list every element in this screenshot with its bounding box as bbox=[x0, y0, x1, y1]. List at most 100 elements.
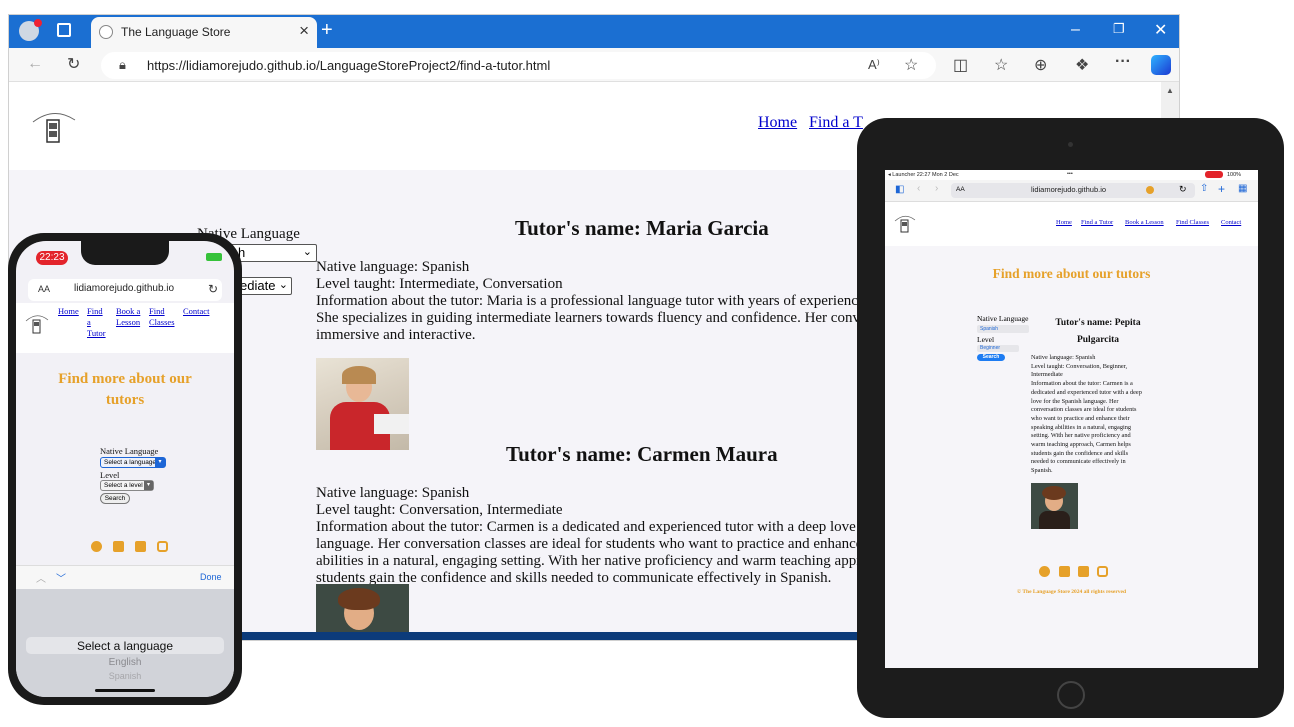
nav-find-tutor-link[interactable]: Find a Tutor bbox=[1081, 219, 1113, 226]
nav-link-line[interactable]: Classes bbox=[149, 317, 175, 327]
nav-contact-link[interactable]: Contact bbox=[1221, 219, 1241, 226]
tablet-url-bar[interactable]: AA lidiamorejudo.github.io ↻ bbox=[951, 183, 1195, 198]
active-tab[interactable]: The Language Store × bbox=[91, 17, 317, 48]
phone-search-button[interactable]: Search bbox=[100, 493, 130, 504]
more-menu-icon[interactable]: ··· bbox=[1115, 53, 1131, 71]
refresh-icon[interactable]: ↻ bbox=[1179, 184, 1187, 195]
instagram-icon[interactable] bbox=[1097, 566, 1108, 577]
tablet-toolbar: ◧ ‹ › AA lidiamorejudo.github.io ↻ ⇧ + ▦ bbox=[885, 180, 1258, 202]
picker-toolbar: ︿ ﹀ Done bbox=[16, 565, 234, 589]
nav-link-line[interactable]: a bbox=[87, 317, 91, 327]
nav-find-classes-link[interactable]: Find Classes bbox=[1176, 219, 1209, 226]
url-field[interactable]: 🔒︎ https://lidiamorejudo.github.io/Langu… bbox=[101, 52, 936, 79]
nav-link-line[interactable]: Find bbox=[87, 306, 103, 316]
youtube-icon[interactable] bbox=[135, 541, 146, 552]
new-tab-icon[interactable]: + bbox=[1218, 182, 1225, 196]
tablet-search-button[interactable]: Search bbox=[977, 354, 1005, 361]
tab-close-icon[interactable]: × bbox=[299, 21, 309, 41]
reader-aa-icon[interactable]: AA bbox=[956, 186, 965, 193]
nav-home-link[interactable]: Home bbox=[1056, 219, 1072, 226]
nav-link-line[interactable]: Lesson bbox=[116, 317, 140, 327]
site-logo[interactable] bbox=[27, 104, 81, 144]
phone-level-select[interactable]: Select a level ▾ bbox=[100, 480, 154, 491]
favorite-star-icon[interactable]: ☆ bbox=[904, 55, 918, 75]
share-icon[interactable]: ⇧ bbox=[1200, 183, 1208, 194]
tutor-info-line: Information about the tutor: Carmen is a bbox=[1031, 380, 1133, 388]
picker-wheel[interactable]: Select a language English Spanish bbox=[16, 589, 234, 697]
phone-nav-find-tutor[interactable]: Find a Tutor bbox=[87, 306, 106, 339]
tabs-overview-icon[interactable]: ▦ bbox=[1238, 183, 1247, 194]
picker-option[interactable]: Select a language bbox=[16, 639, 234, 653]
tablet-level-select[interactable]: Beginner bbox=[977, 345, 1019, 352]
level-select[interactable]: ediate ⌄ bbox=[239, 277, 292, 295]
notification-dot bbox=[34, 19, 42, 27]
home-button[interactable] bbox=[1057, 681, 1085, 709]
nav-home-link[interactable]: Home bbox=[758, 114, 797, 132]
tablet-native-select[interactable]: Spanish bbox=[977, 325, 1029, 333]
phone-nav-find-classes[interactable]: Find Classes bbox=[149, 306, 175, 328]
twitter-icon[interactable] bbox=[1059, 566, 1070, 577]
favorites-icon[interactable]: ☆ bbox=[994, 55, 1008, 75]
phone-nav-home[interactable]: Home bbox=[58, 306, 79, 317]
twitter-icon[interactable] bbox=[113, 541, 124, 552]
chevron-up-icon[interactable]: ︿ bbox=[36, 570, 46, 585]
chevron-down-icon[interactable]: ﹀ bbox=[56, 570, 66, 585]
nav-book-lesson-link[interactable]: Book a Lesson bbox=[1125, 219, 1164, 226]
site-logo[interactable] bbox=[893, 212, 917, 234]
nav-find-tutor-link[interactable]: Find a T bbox=[809, 114, 863, 132]
nav-link-line[interactable]: Book a bbox=[116, 306, 140, 316]
extensions-icon[interactable]: ❖ bbox=[1075, 55, 1089, 75]
tablet-tutor-details: Native language: Spanish Level taught: C… bbox=[1031, 354, 1171, 476]
copilot-icon[interactable] bbox=[1151, 55, 1171, 75]
phone-level-select-value: Select a level bbox=[104, 482, 143, 489]
nav-home-link[interactable]: Home bbox=[58, 306, 79, 316]
tablet-site-header: Home Find a Tutor Book a Lesson Find Cla… bbox=[885, 202, 1258, 246]
tablet-screen: ◂ Launcher 22:27 Mon 2 Dec ••• 100% ◧ ‹ … bbox=[885, 170, 1258, 668]
back-icon[interactable]: ‹ bbox=[917, 183, 920, 194]
nav-contact-link[interactable]: Contact bbox=[183, 306, 209, 316]
back-icon[interactable]: ← bbox=[27, 55, 43, 73]
site-logo[interactable] bbox=[24, 311, 50, 335]
facebook-icon[interactable] bbox=[1039, 566, 1050, 577]
tutor-info-line: dedicated and experienced tutor with a d… bbox=[1031, 388, 1142, 396]
home-indicator bbox=[95, 689, 155, 692]
phone-url-bar[interactable]: AA lidiamorejudo.github.io ↻ bbox=[28, 279, 222, 301]
tablet-battery: 100% bbox=[1227, 172, 1242, 178]
tutor-info-line: Spanish. bbox=[1031, 467, 1053, 475]
restore-icon[interactable]: ❐ bbox=[1113, 21, 1125, 37]
scroll-up-icon[interactable]: ▲ bbox=[1166, 86, 1174, 95]
tablet-native-select-value: Spanish bbox=[980, 326, 999, 332]
tutor-info-line: needed to communicate effectively in bbox=[1031, 458, 1126, 466]
phone-level-label: Level bbox=[100, 470, 120, 480]
extension-icon[interactable] bbox=[1146, 186, 1154, 194]
facebook-icon[interactable] bbox=[91, 541, 102, 552]
phone-page-heading: Find more about our tutors bbox=[16, 369, 234, 411]
instagram-icon[interactable] bbox=[157, 541, 168, 552]
nav-link-line[interactable]: Find bbox=[149, 306, 165, 316]
picker-option[interactable]: English bbox=[16, 657, 234, 668]
tutor-info-line: warm teaching approach, Carmen helps bbox=[1031, 441, 1131, 449]
front-camera bbox=[1068, 142, 1073, 147]
reader-aa-icon[interactable]: AA bbox=[38, 284, 50, 294]
split-screen-icon[interactable]: ◫ bbox=[953, 55, 968, 75]
tab-actions-icon[interactable] bbox=[57, 23, 71, 37]
forward-icon[interactable]: › bbox=[935, 183, 938, 194]
window-close-icon[interactable]: ✕ bbox=[1154, 20, 1167, 40]
minimize-icon[interactable]: – bbox=[1071, 21, 1080, 39]
chevron-down-icon: ⌄ bbox=[302, 246, 312, 258]
tablet-native-label: Native Language bbox=[977, 314, 1029, 323]
done-button[interactable]: Done bbox=[200, 572, 222, 582]
phone-native-select[interactable]: Select a language ▾ bbox=[100, 457, 166, 468]
tutor-info-line: speaking abilities in a natural, engagin… bbox=[1031, 423, 1132, 431]
phone-nav-book-lesson[interactable]: Book a Lesson bbox=[116, 306, 140, 328]
phone-nav-contact[interactable]: Contact bbox=[183, 306, 209, 317]
new-tab-icon[interactable]: + bbox=[321, 19, 333, 42]
refresh-icon[interactable]: ↻ bbox=[67, 54, 80, 74]
youtube-icon[interactable] bbox=[1078, 566, 1089, 577]
collections-icon[interactable]: ⊕ bbox=[1034, 55, 1047, 75]
sidebar-icon[interactable]: ◧ bbox=[895, 184, 904, 195]
picker-option[interactable]: Spanish bbox=[16, 671, 234, 681]
read-aloud-icon[interactable]: A⁾ bbox=[868, 57, 880, 73]
nav-link-line[interactable]: Tutor bbox=[87, 328, 106, 338]
refresh-icon[interactable]: ↻ bbox=[208, 282, 218, 296]
